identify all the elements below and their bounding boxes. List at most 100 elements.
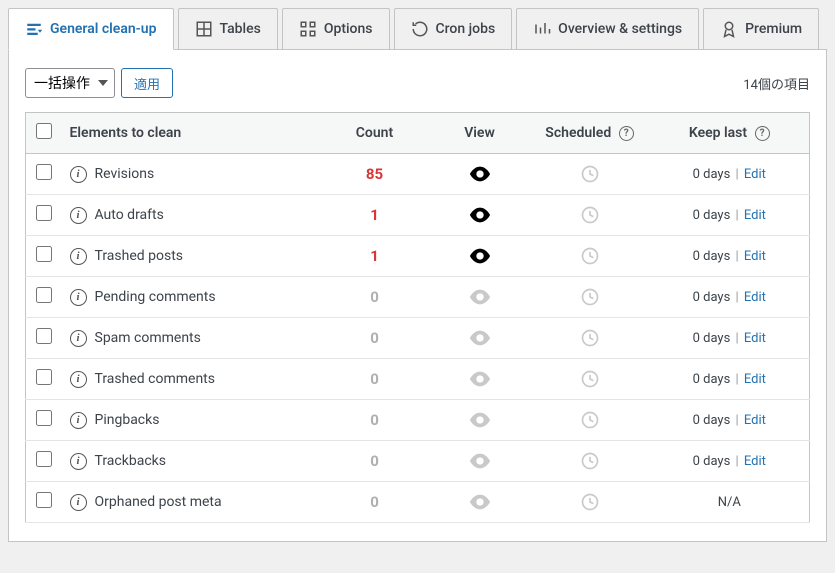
info-icon[interactable]: i <box>70 289 87 306</box>
row-checkbox[interactable] <box>36 328 52 344</box>
tab-tables[interactable]: Tables <box>178 8 278 49</box>
premium-icon <box>720 20 738 38</box>
keep-days: 0 days <box>693 167 731 182</box>
tab-label: General clean-up <box>50 21 157 37</box>
element-name: Pending comments <box>95 289 216 305</box>
element-name: Revisions <box>95 166 155 182</box>
keep-na: N/A <box>718 495 741 510</box>
edit-link[interactable]: Edit <box>744 372 766 387</box>
view-icon[interactable] <box>469 412 491 428</box>
col-keeplast: Keep last ? <box>650 113 810 154</box>
count-value: 0 <box>370 452 379 470</box>
row-checkbox[interactable] <box>36 164 52 180</box>
table-row: iAuto drafts10 days | Edit <box>26 195 810 236</box>
row-checkbox[interactable] <box>36 492 52 508</box>
tab-label: Overview & settings <box>558 21 682 37</box>
cleanup-table: Elements to clean Count View Scheduled ?… <box>25 112 810 523</box>
info-icon[interactable]: i <box>70 207 87 224</box>
view-icon[interactable] <box>469 330 491 346</box>
element-name: Spam comments <box>95 330 201 346</box>
table-row: iTrackbacks00 days | Edit <box>26 441 810 482</box>
col-scheduled: Scheduled ? <box>530 113 650 154</box>
view-icon[interactable] <box>469 453 491 469</box>
count-value: 0 <box>370 288 379 306</box>
help-icon[interactable]: ? <box>755 126 770 141</box>
edit-link[interactable]: Edit <box>744 413 766 428</box>
keep-days: 0 days <box>693 331 731 346</box>
cleanup-icon <box>25 20 43 38</box>
items-count: 14個の項目 <box>743 74 810 93</box>
clock-icon <box>580 412 600 428</box>
table-row: iSpam comments00 days | Edit <box>26 318 810 359</box>
clock-icon <box>580 248 600 264</box>
edit-link[interactable]: Edit <box>744 167 766 182</box>
clock-icon <box>580 289 600 305</box>
row-checkbox[interactable] <box>36 451 52 467</box>
select-all-checkbox[interactable] <box>36 123 52 139</box>
view-icon[interactable] <box>469 166 491 182</box>
info-icon[interactable]: i <box>70 412 87 429</box>
row-checkbox[interactable] <box>36 246 52 262</box>
row-checkbox[interactable] <box>36 410 52 426</box>
tables-icon <box>195 20 213 38</box>
col-count[interactable]: Count <box>320 113 430 154</box>
keep-days: 0 days <box>693 290 731 305</box>
tab-overview[interactable]: Overview & settings <box>516 8 699 49</box>
element-name: Trashed posts <box>95 248 184 264</box>
table-row: iPending comments00 days | Edit <box>26 277 810 318</box>
clock-icon <box>580 330 600 346</box>
tab-cleanup[interactable]: General clean-up <box>8 8 174 50</box>
apply-button[interactable]: 適用 <box>121 68 173 98</box>
tab-label: Tables <box>220 21 261 37</box>
info-icon[interactable]: i <box>70 330 87 347</box>
tab-premium[interactable]: Premium <box>703 8 819 49</box>
keep-days: 0 days <box>693 454 731 469</box>
keep-days: 0 days <box>693 372 731 387</box>
element-name: Trackbacks <box>95 453 166 469</box>
table-row: iTrashed posts10 days | Edit <box>26 236 810 277</box>
count-value: 0 <box>370 329 379 347</box>
edit-link[interactable]: Edit <box>744 208 766 223</box>
info-icon[interactable]: i <box>70 248 87 265</box>
col-elements[interactable]: Elements to clean <box>62 113 320 154</box>
info-icon[interactable]: i <box>70 371 87 388</box>
tab-label: Premium <box>745 21 802 37</box>
edit-link[interactable]: Edit <box>744 331 766 346</box>
help-icon[interactable]: ? <box>619 126 634 141</box>
table-row: iRevisions850 days | Edit <box>26 154 810 195</box>
row-checkbox[interactable] <box>36 205 52 221</box>
info-icon[interactable]: i <box>70 453 87 470</box>
edit-link[interactable]: Edit <box>744 454 766 469</box>
element-name: Auto drafts <box>95 207 164 223</box>
element-name: Trashed comments <box>95 371 215 387</box>
tab-label: Options <box>324 21 373 37</box>
keep-days: 0 days <box>693 413 731 428</box>
row-checkbox[interactable] <box>36 287 52 303</box>
view-icon[interactable] <box>469 371 491 387</box>
view-icon[interactable] <box>469 289 491 305</box>
view-icon[interactable] <box>469 494 491 510</box>
content-panel: 一括操作 適用 14個の項目 Elements to clean Count V… <box>8 49 827 542</box>
table-row: i Orphaned post meta 0 N/A <box>26 482 810 523</box>
edit-link[interactable]: Edit <box>744 290 766 305</box>
view-icon[interactable] <box>469 207 491 223</box>
count-value: 85 <box>366 165 383 183</box>
edit-link[interactable]: Edit <box>744 249 766 264</box>
tab-options[interactable]: Options <box>282 8 390 49</box>
info-icon[interactable]: i <box>70 494 87 511</box>
tab-cron[interactable]: Cron jobs <box>394 8 513 49</box>
count-value: 1 <box>370 247 379 265</box>
clock-icon <box>580 494 600 510</box>
clock-icon <box>580 453 600 469</box>
bulk-select[interactable]: 一括操作 <box>25 68 115 98</box>
view-icon[interactable] <box>469 248 491 264</box>
cron-icon <box>411 20 429 38</box>
table-row: iPingbacks00 days | Edit <box>26 400 810 441</box>
col-view: View <box>430 113 530 154</box>
count-value: 0 <box>370 370 379 388</box>
row-checkbox[interactable] <box>36 369 52 385</box>
count-value: 0 <box>370 493 379 511</box>
info-icon[interactable]: i <box>70 166 87 183</box>
clock-icon <box>580 166 600 182</box>
element-name: Orphaned post meta <box>95 494 222 510</box>
